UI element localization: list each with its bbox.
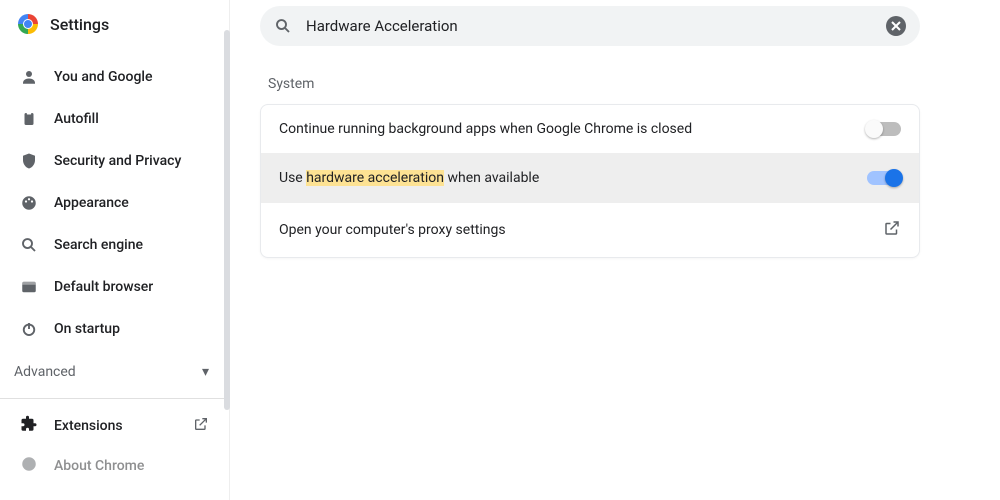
sidebar-item-label: On startup bbox=[54, 321, 120, 337]
sidebar-item-you-and-google[interactable]: You and Google bbox=[0, 56, 229, 98]
close-icon bbox=[891, 21, 901, 31]
setting-label: Open your computer's proxy settings bbox=[279, 222, 506, 238]
power-icon bbox=[20, 320, 38, 338]
open-external-icon bbox=[883, 219, 901, 241]
search-icon bbox=[20, 236, 38, 254]
page-title: Settings bbox=[50, 15, 109, 34]
section-title: System bbox=[268, 76, 920, 92]
setting-row-proxy[interactable]: Open your computer's proxy settings bbox=[261, 202, 919, 257]
sidebar-item-default-browser[interactable]: Default browser bbox=[0, 266, 229, 308]
clear-search-button[interactable] bbox=[886, 16, 906, 36]
settings-header: Settings bbox=[0, 0, 229, 56]
setting-row-hardware-acceleration[interactable]: Use hardware acceleration when available bbox=[261, 153, 919, 202]
sidebar-scrollbar[interactable] bbox=[224, 30, 230, 410]
sidebar-item-security[interactable]: Security and Privacy bbox=[0, 140, 229, 182]
setting-label: Use hardware acceleration when available bbox=[279, 170, 539, 186]
shield-icon bbox=[20, 152, 38, 170]
sidebar-item-extensions[interactable]: Extensions bbox=[0, 403, 229, 449]
main-content: System Continue running background apps … bbox=[230, 0, 1000, 500]
search-bar[interactable] bbox=[260, 6, 920, 46]
sidebar-item-appearance[interactable]: Appearance bbox=[0, 182, 229, 224]
sidebar-item-on-startup[interactable]: On startup bbox=[0, 308, 229, 350]
browser-icon bbox=[20, 278, 38, 296]
divider bbox=[0, 398, 229, 399]
search-input[interactable] bbox=[306, 17, 872, 35]
open-external-icon bbox=[193, 416, 209, 436]
search-icon bbox=[274, 17, 292, 35]
sidebar-item-label: About Chrome bbox=[54, 458, 144, 474]
sidebar-item-label: Appearance bbox=[54, 195, 129, 211]
chrome-logo-icon bbox=[18, 14, 38, 34]
search-highlight: hardware acceleration bbox=[306, 170, 444, 186]
sidebar: Settings You and Google Autofill Securit… bbox=[0, 0, 230, 500]
sidebar-item-label: Security and Privacy bbox=[54, 153, 181, 169]
sidebar-item-label: Extensions bbox=[54, 418, 123, 434]
advanced-label: Advanced bbox=[14, 364, 76, 380]
person-icon bbox=[20, 68, 38, 86]
extension-icon bbox=[20, 415, 38, 437]
system-settings-card: Continue running background apps when Go… bbox=[260, 104, 920, 258]
sidebar-item-about[interactable]: About Chrome bbox=[0, 449, 229, 489]
setting-label: Continue running background apps when Go… bbox=[279, 121, 692, 137]
advanced-toggle[interactable]: Advanced ▾ bbox=[0, 350, 229, 394]
sidebar-item-label: Autofill bbox=[54, 111, 99, 127]
palette-icon bbox=[20, 194, 38, 212]
sidebar-item-autofill[interactable]: Autofill bbox=[0, 98, 229, 140]
sidebar-item-label: Default browser bbox=[54, 279, 153, 295]
toggle-hardware-acceleration[interactable] bbox=[867, 171, 901, 185]
chrome-icon bbox=[20, 455, 38, 477]
setting-row-background-apps[interactable]: Continue running background apps when Go… bbox=[261, 105, 919, 153]
sidebar-item-label: You and Google bbox=[54, 69, 152, 85]
chevron-down-icon: ▾ bbox=[202, 364, 209, 380]
sidebar-item-search-engine[interactable]: Search engine bbox=[0, 224, 229, 266]
clipboard-icon bbox=[20, 110, 38, 128]
sidebar-item-label: Search engine bbox=[54, 237, 143, 253]
toggle-background-apps[interactable] bbox=[867, 122, 901, 136]
